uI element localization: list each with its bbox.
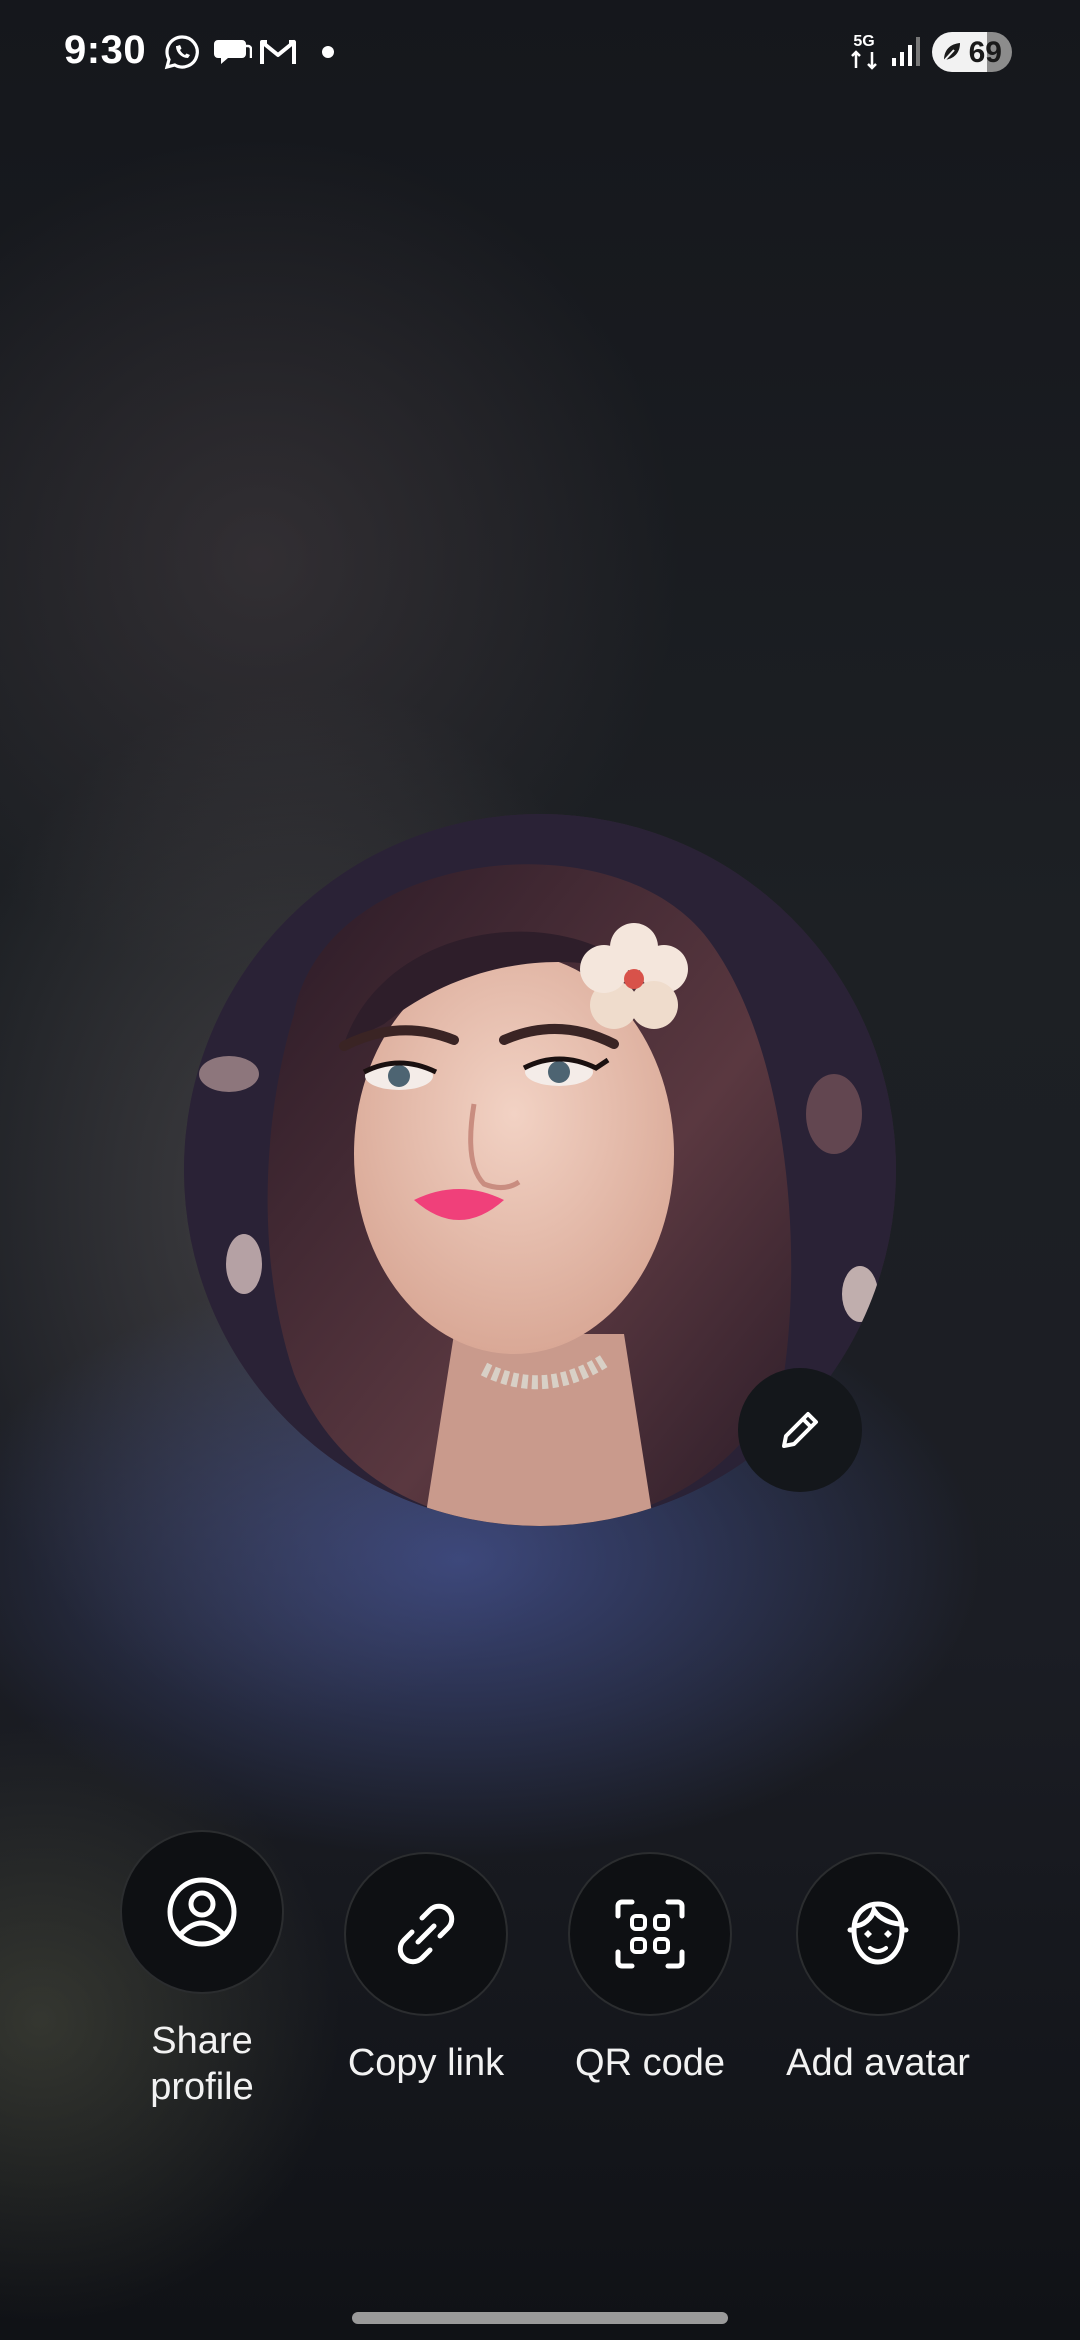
qr-code-button[interactable] xyxy=(568,1852,732,2016)
add-avatar-label: Add avatar xyxy=(786,2042,970,2084)
copy-link-action[interactable]: Copy link xyxy=(316,1852,536,2086)
copy-link-label: Copy link xyxy=(347,2042,505,2084)
qr-scan-icon xyxy=(615,1899,685,1969)
add-avatar-action[interactable]: Add avatar xyxy=(768,1852,988,2086)
share-profile-action[interactable]: Share profile xyxy=(92,1830,312,2110)
signal-strength-icon xyxy=(892,37,920,66)
battery-indicator: 69 xyxy=(932,32,1012,72)
qr-code-action[interactable]: QR code xyxy=(540,1852,760,2086)
more-notifications-dot xyxy=(322,46,334,58)
copy-link-button[interactable] xyxy=(344,1852,508,2016)
clock: 9:30 xyxy=(64,28,147,72)
edit-avatar-button[interactable] xyxy=(738,1368,862,1492)
share-profile-button[interactable] xyxy=(120,1830,284,1994)
messages-icon xyxy=(214,40,252,64)
network-5g-icon: 5G xyxy=(851,33,877,70)
battery-level: 69 xyxy=(968,36,1002,69)
person-circle-icon xyxy=(167,1877,237,1947)
pencil-icon xyxy=(782,1412,818,1448)
home-indicator[interactable] xyxy=(352,2312,728,2324)
battery-saver-leaf-icon xyxy=(942,43,960,63)
status-bar: 9:30 5G 69 xyxy=(0,0,1080,104)
add-avatar-button[interactable] xyxy=(796,1852,960,2016)
qr-code-label: QR code xyxy=(575,2042,725,2084)
svg-text:5G: 5G xyxy=(853,33,874,50)
avatar-face-icon xyxy=(847,1901,909,1965)
gmail-icon xyxy=(260,40,296,64)
whatsapp-icon xyxy=(164,35,199,70)
share-profile-label: Share profile xyxy=(150,2020,254,2108)
link-icon xyxy=(397,1903,455,1965)
